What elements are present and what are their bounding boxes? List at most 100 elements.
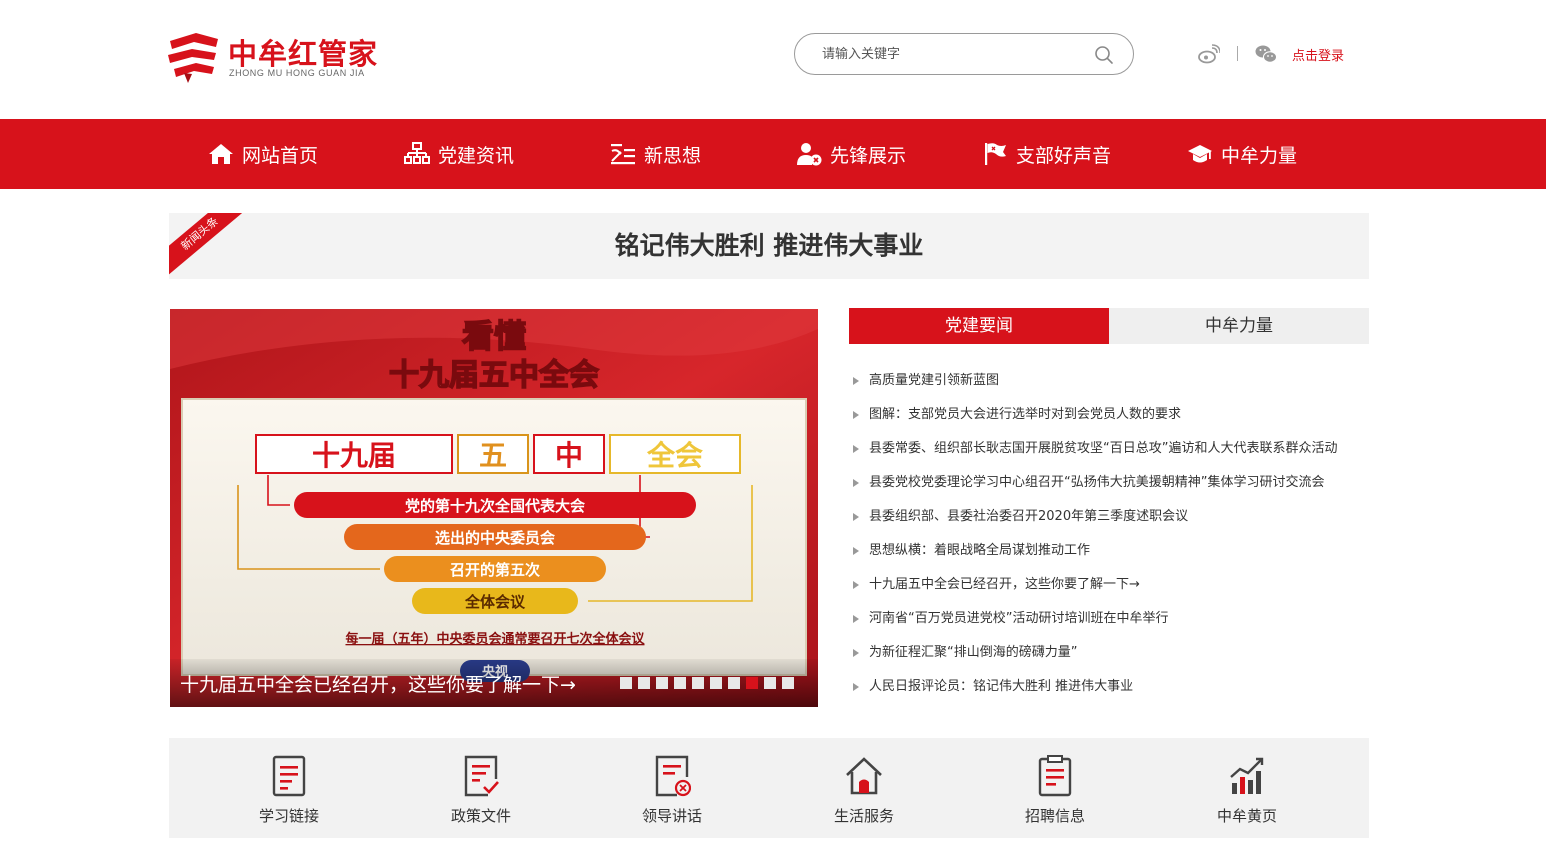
login-link[interactable]: 点击登录 bbox=[1292, 45, 1344, 64]
list-item[interactable]: 为新征程汇聚“排山倒海的磅礴力量” bbox=[851, 636, 1369, 670]
quick-link-life-services[interactable]: 生活服务 bbox=[804, 738, 924, 838]
slide-pill2: 选出的中央委员会 bbox=[435, 529, 555, 547]
slider-dot[interactable] bbox=[746, 677, 758, 689]
header-divider bbox=[1237, 46, 1238, 61]
list-item[interactable]: 县委常委、组织部长耿志国开展脱贫攻坚“百日总攻”遍访和人大代表联系群众活动 bbox=[851, 432, 1369, 466]
news-title: 河南省“百万党员进党校”活动研讨培训班在中牟举行 bbox=[869, 611, 1169, 626]
news-title: 思想纵横：着眼战略全局谋划推动工作 bbox=[869, 543, 1091, 558]
bullet-triangle-icon bbox=[853, 615, 859, 623]
slider-dot[interactable] bbox=[782, 677, 794, 689]
slider-dot[interactable] bbox=[710, 677, 722, 689]
nav-item-label: 中牟力量 bbox=[1221, 144, 1298, 167]
bullet-triangle-icon bbox=[853, 513, 859, 521]
slider-dot[interactable] bbox=[638, 677, 650, 689]
nav-item-new-thought[interactable]: 新思想 bbox=[610, 119, 701, 189]
news-title: 县委组织部、县委社治委召开2020年第三季度述职会议 bbox=[869, 509, 1189, 524]
list-item[interactable]: 县委组织部、县委社治委召开2020年第三季度述职会议 bbox=[851, 500, 1369, 534]
slider-dot[interactable] bbox=[764, 677, 776, 689]
quick-link-label: 领导讲话 bbox=[641, 807, 702, 825]
nav-item-pioneer[interactable]: 先锋展示 bbox=[796, 119, 906, 189]
slide-pill4: 全体会议 bbox=[464, 593, 526, 611]
quick-link-speeches[interactable]: 领导讲话 bbox=[612, 738, 732, 838]
slide-image: 看懂 十九届五中全会 十九届 五 中 全会 党的第十九次全国代表大会 选出的中央… bbox=[170, 309, 818, 707]
clipboard-icon bbox=[1038, 755, 1072, 797]
bullet-triangle-icon bbox=[853, 445, 859, 453]
headline-title[interactable]: 铭记伟大胜利 推进伟大事业 bbox=[169, 213, 1369, 279]
nav-item-label: 新思想 bbox=[644, 144, 702, 167]
search-input[interactable] bbox=[822, 43, 1082, 65]
bullet-triangle-icon bbox=[853, 547, 859, 555]
quick-link-policy[interactable]: 政策文件 bbox=[421, 738, 541, 838]
quick-link-label: 生活服务 bbox=[833, 807, 894, 825]
search-icon[interactable] bbox=[1094, 45, 1114, 65]
flag-icon bbox=[985, 143, 1006, 165]
slider-dot[interactable] bbox=[656, 677, 668, 689]
list-item[interactable]: 人民日报评论员：铭记伟大胜利 推进伟大事业 bbox=[851, 670, 1369, 704]
nav-item-label: 先锋展示 bbox=[830, 144, 907, 167]
logo-subtitle: ZHONG MU HONG GUAN JIA bbox=[229, 68, 365, 78]
quick-link-label: 中牟黄页 bbox=[1216, 807, 1277, 825]
logo-title: 中牟红管家 bbox=[228, 37, 379, 71]
nav-item-label: 网站首页 bbox=[242, 144, 319, 167]
document-party-icon bbox=[655, 755, 691, 797]
bullet-triangle-icon bbox=[853, 649, 859, 657]
nav-item-branch-voice[interactable]: 支部好声音 bbox=[982, 119, 1111, 189]
graduation-cap-icon bbox=[1188, 145, 1212, 163]
nav-item-label: 支部好声音 bbox=[1016, 144, 1112, 167]
site-logo[interactable]: 中牟红管家 ZHONG MU HONG GUAN JIA bbox=[166, 27, 386, 87]
slider-dot[interactable] bbox=[674, 677, 686, 689]
news-title: 高质量党建引领新蓝图 bbox=[869, 373, 1000, 388]
quick-link-label: 招聘信息 bbox=[1024, 807, 1085, 825]
slider-dot[interactable] bbox=[692, 677, 704, 689]
bullet-triangle-icon bbox=[853, 479, 859, 487]
quick-link-label: 政策文件 bbox=[450, 807, 511, 825]
slider-dots bbox=[620, 677, 800, 689]
nav-item-zhongmu-power[interactable]: 中牟力量 bbox=[1187, 119, 1297, 189]
user-party-icon bbox=[797, 143, 822, 166]
list-item[interactable]: 河南省“百万党员进党校”活动研讨培训班在中牟举行 bbox=[851, 602, 1369, 636]
logo-ribbon-icon bbox=[168, 33, 218, 83]
list-item[interactable]: 思想纵横：着眼战略全局谋划推动工作 bbox=[851, 534, 1369, 568]
bullet-triangle-icon bbox=[853, 581, 859, 589]
wechat-icon[interactable] bbox=[1255, 44, 1277, 64]
news-title: 图解：支部党员大会进行选举时对到会党员人数的要求 bbox=[869, 407, 1182, 422]
nav-item-news[interactable]: 党建资讯 bbox=[404, 119, 514, 189]
tab-zhongmu-power[interactable]: 中牟力量 bbox=[1109, 308, 1369, 344]
home-icon bbox=[209, 144, 233, 164]
slider-dot[interactable] bbox=[620, 677, 632, 689]
image-slider[interactable]: 看懂 十九届五中全会 十九届 五 中 全会 党的第十九次全国代表大会 选出的中央… bbox=[170, 309, 818, 707]
bar-chart-icon bbox=[1230, 757, 1264, 794]
party-list-icon bbox=[611, 144, 635, 165]
slide-top1: 看懂 bbox=[462, 317, 526, 355]
quick-links-bar: 学习链接 政策文件 领导讲话 生活服务 招聘信息 中牟黄页 bbox=[169, 738, 1369, 838]
list-item[interactable]: 县委党校党委理论学习中心组召开“弘扬伟大抗美援朝精神”集体学习研讨交流会 bbox=[851, 466, 1369, 500]
document-lines-icon bbox=[272, 755, 306, 797]
bullet-triangle-icon bbox=[853, 683, 859, 691]
search-box bbox=[794, 33, 1134, 75]
nav-item-home[interactable]: 网站首页 bbox=[208, 119, 318, 189]
slide-pill3: 召开的第五次 bbox=[450, 561, 540, 579]
slide-box4: 全会 bbox=[646, 439, 703, 472]
news-title: 十九届五中全会已经召开，这些你要了解一下→ bbox=[869, 577, 1140, 592]
quick-link-label: 学习链接 bbox=[258, 807, 319, 825]
bullet-triangle-icon bbox=[853, 377, 859, 385]
sitemap-icon bbox=[404, 142, 430, 164]
tab-party-news[interactable]: 党建要闻 bbox=[849, 308, 1109, 344]
list-item[interactable]: 高质量党建引领新蓝图 bbox=[851, 364, 1369, 398]
news-tabs: 党建要闻 中牟力量 bbox=[849, 308, 1369, 344]
slider-dot[interactable] bbox=[728, 677, 740, 689]
list-item[interactable]: 图解：支部党员大会进行选举时对到会党员人数的要求 bbox=[851, 398, 1369, 432]
slide-box1: 十九届 bbox=[312, 439, 396, 472]
quick-link-yellow-pages[interactable]: 中牟黄页 bbox=[1187, 738, 1307, 838]
site-header: 中牟红管家 ZHONG MU HONG GUAN JIA 点击登录 bbox=[0, 0, 1546, 119]
news-title: 县委党校党委理论学习中心组召开“弘扬伟大抗美援朝精神”集体学习研讨交流会 bbox=[869, 475, 1325, 490]
slide-pill1: 党的第十九次全国代表大会 bbox=[405, 497, 585, 515]
quick-link-study[interactable]: 学习链接 bbox=[229, 738, 349, 838]
weibo-icon[interactable] bbox=[1198, 44, 1220, 64]
bullet-triangle-icon bbox=[853, 411, 859, 419]
quick-link-jobs[interactable]: 招聘信息 bbox=[995, 738, 1115, 838]
news-title: 人民日报评论员：铭记伟大胜利 推进伟大事业 bbox=[869, 679, 1134, 694]
slide-caption[interactable]: 十九届五中全会已经召开，这些你要了解一下→ bbox=[180, 670, 576, 697]
list-item[interactable]: 十九届五中全会已经召开，这些你要了解一下→ bbox=[851, 568, 1369, 602]
document-check-icon bbox=[464, 755, 499, 797]
